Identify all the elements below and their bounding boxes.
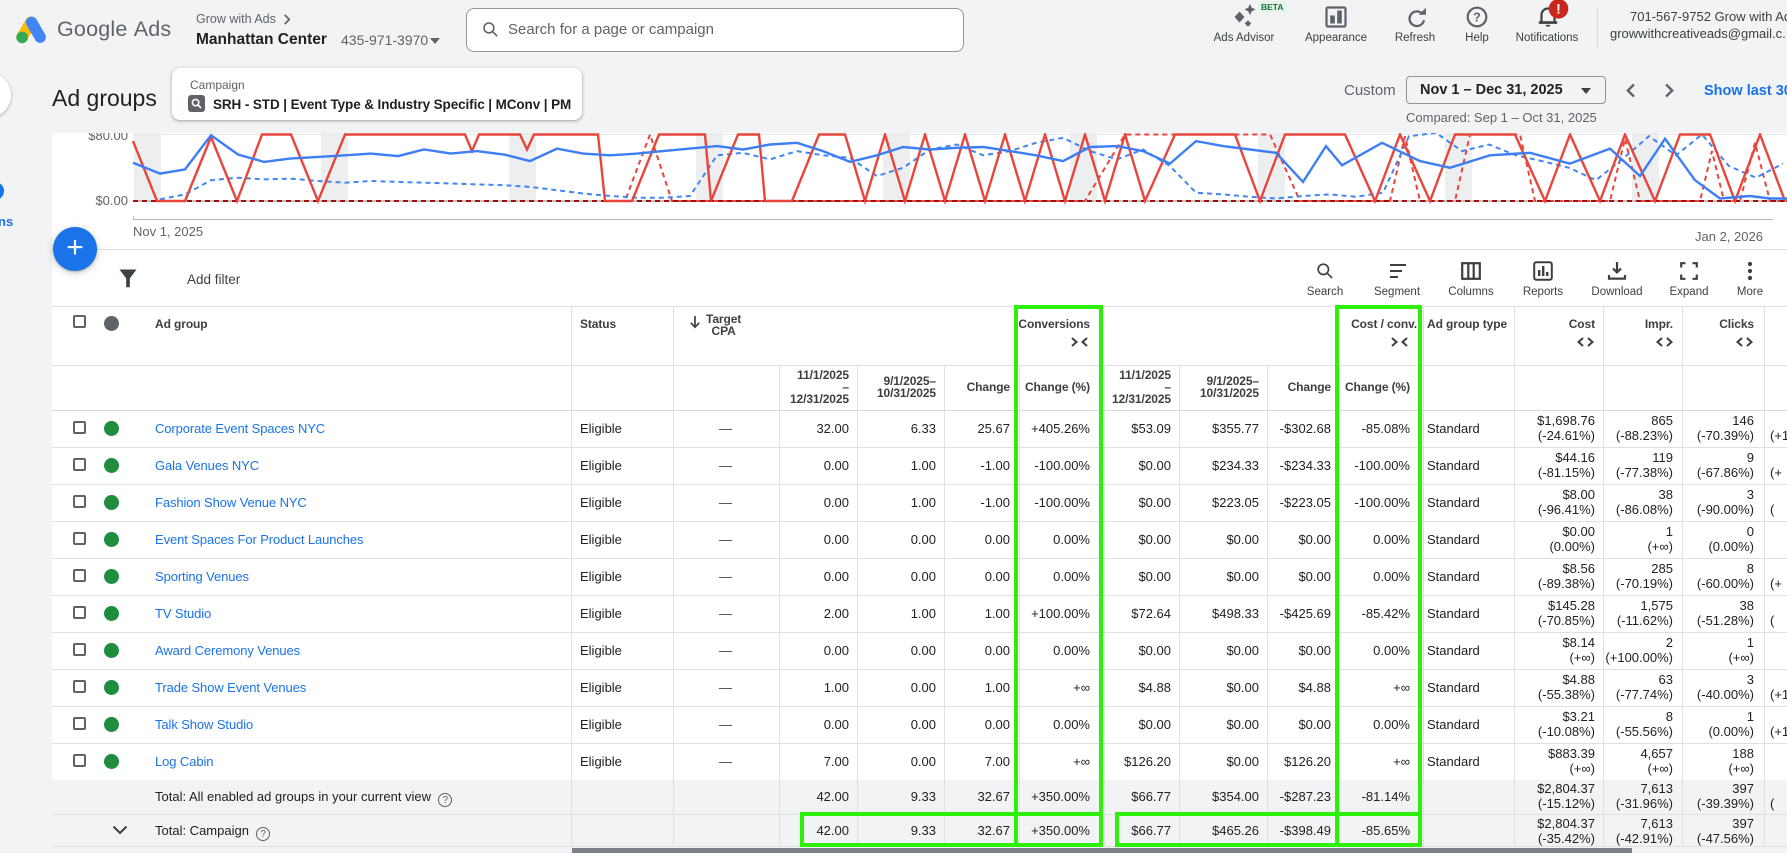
svg-text:?: ? (1473, 11, 1481, 25)
svg-text:!: ! (1556, 1, 1561, 17)
